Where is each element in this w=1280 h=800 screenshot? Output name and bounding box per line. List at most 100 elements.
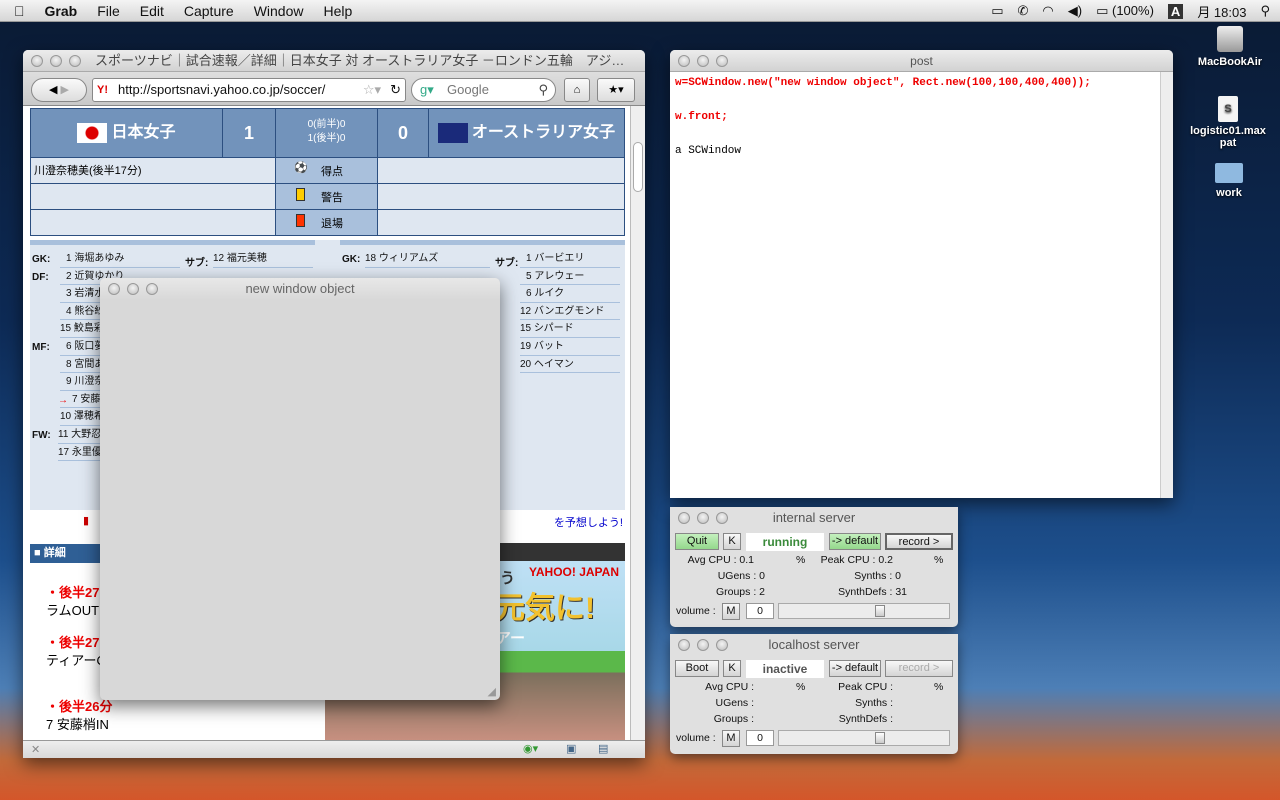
desktop-icon-work[interactable]: work [1189, 163, 1269, 199]
server-title-bar[interactable]: localhost server [670, 634, 958, 656]
apple-menu-icon[interactable]:  [14, 3, 25, 19]
close-button[interactable] [678, 639, 690, 651]
post-title-bar[interactable]: post [670, 50, 1173, 72]
boot-button[interactable]: Boot [675, 660, 719, 677]
url-text: http://sportsnavi.yahoo.co.jp/soccer/ [118, 82, 326, 97]
record-button[interactable]: record > [885, 533, 953, 550]
close-status-icon[interactable]: ✕ [31, 743, 40, 756]
forward-icon[interactable]: ▶ [61, 84, 69, 96]
minimize-button[interactable] [50, 55, 62, 67]
back-forward-buttons[interactable]: ◀ ▶ [31, 78, 87, 102]
minimize-button[interactable] [697, 639, 709, 651]
away-sub-player[interactable]: 1 バービエリ [520, 250, 620, 268]
slider-handle[interactable] [875, 732, 885, 744]
resize-grip-icon[interactable]: ◢ [488, 685, 496, 698]
monitor-icon[interactable]: ▣ [566, 742, 576, 755]
window-controls [678, 639, 728, 651]
clock[interactable]: 月 18:03 [1197, 2, 1246, 21]
away-sub-player[interactable]: 20 ヘイマン [520, 356, 620, 374]
boot-button[interactable]: Quit [675, 533, 719, 550]
vertical-scrollbar[interactable] [1160, 72, 1173, 498]
away-score: 0 [377, 108, 429, 158]
minimize-button[interactable] [127, 283, 139, 295]
close-button[interactable] [678, 512, 690, 524]
mute-button[interactable]: M [722, 603, 740, 620]
menu-capture[interactable]: Capture [184, 3, 234, 19]
search-icon[interactable]: ⚲ [538, 79, 548, 101]
addon-icon[interactable]: ◉▾ [523, 742, 538, 755]
back-icon[interactable]: ◀ [49, 84, 57, 96]
divider [340, 240, 625, 245]
bookmark-star-icon[interactable]: ☆▾ [363, 79, 381, 101]
menu-window[interactable]: Window [254, 3, 304, 19]
away-sub-player[interactable]: 19 バット [520, 338, 620, 356]
output-line: a SCWindow [675, 145, 742, 157]
zoom-button[interactable] [716, 512, 728, 524]
search-field[interactable]: g▾ Google ⚲ [411, 78, 556, 102]
zoom-button[interactable] [146, 283, 158, 295]
ball-icon: ⚽ [294, 162, 308, 174]
battery-icon[interactable]: ▭ (100%) [1096, 3, 1154, 19]
browser-title-bar[interactable]: スポーツナビ｜試合速報／詳細｜日本女子 対 オーストラリア女子 －ロンドン五輪 … [23, 50, 645, 72]
minimize-button[interactable] [697, 512, 709, 524]
avg-cpu: Avg CPU : [705, 681, 754, 693]
away-sub-player[interactable]: 12 バンエグモンド [520, 303, 620, 321]
home-player[interactable]: 1 海堀あゆみ [60, 250, 180, 268]
network-icon[interactable]: ▤ [598, 742, 608, 755]
localhost-server-window: localhost server Boot K inactive -> defa… [670, 634, 958, 754]
server-title-bar[interactable]: internal server [670, 507, 958, 529]
volume-value[interactable]: 0 [746, 603, 774, 619]
yahoo-favicon: Y! [97, 84, 108, 96]
home-button[interactable]: ⌂ [564, 78, 590, 102]
bookmarks-button[interactable]: ★▾ [597, 78, 635, 102]
zoom-button[interactable] [69, 55, 81, 67]
menu-edit[interactable]: Edit [140, 3, 164, 19]
record-button: record > [885, 660, 953, 677]
yellow-card-icon [296, 188, 305, 201]
spotlight-icon[interactable]: ⚲ [1260, 3, 1270, 19]
menu-app[interactable]: Grab [45, 3, 78, 19]
away-sub-player[interactable]: 5 アレウェー [520, 268, 620, 286]
away-sub-player[interactable]: 6 ルイク [520, 285, 620, 303]
search-placeholder: Google [447, 82, 489, 97]
zoom-button[interactable] [716, 639, 728, 651]
slider-handle[interactable] [875, 605, 885, 617]
scroll-thumb[interactable] [633, 142, 643, 192]
volume-slider[interactable] [778, 730, 950, 746]
menu-file[interactable]: File [97, 3, 120, 19]
server-status: inactive [746, 660, 824, 678]
reload-icon[interactable]: ↻ [390, 79, 401, 101]
kill-button[interactable]: K [723, 660, 741, 677]
away-player[interactable]: 18 ウィリアムズ [365, 250, 490, 268]
volume-icon[interactable]: ◀) [1068, 3, 1082, 19]
home-sub-player[interactable]: 12 福元美穂 [213, 250, 313, 268]
url-field[interactable]: Y! http://sportsnavi.yahoo.co.jp/soccer/… [92, 78, 406, 102]
close-button[interactable] [678, 55, 690, 67]
desktop-icon-logistic[interactable]: S logistic01.maxpat [1188, 96, 1268, 149]
vertical-scrollbar[interactable] [630, 106, 645, 740]
away-sub-player[interactable]: 15 シパード [520, 320, 620, 338]
browser-toolbar: ◀ ▶ Y! http://sportsnavi.yahoo.co.jp/soc… [23, 72, 645, 106]
close-button[interactable] [31, 55, 43, 67]
new-window-object: new window object ◢ [100, 278, 500, 700]
post-output[interactable]: w=SCWindow.new("new window object", Rect… [670, 72, 1173, 163]
volume-value[interactable]: 0 [746, 730, 774, 746]
mute-button[interactable]: M [722, 730, 740, 747]
phone-icon[interactable]: ✆ [1018, 3, 1029, 19]
zoom-button[interactable] [716, 55, 728, 67]
menu-help[interactable]: Help [323, 3, 352, 19]
new-window-title-bar[interactable]: new window object [100, 278, 500, 300]
default-button[interactable]: -> default [829, 533, 881, 550]
display-icon[interactable]: ▭ [991, 3, 1003, 19]
desktop-icon-macbookair[interactable]: MacBookAir [1190, 26, 1270, 68]
close-button[interactable] [108, 283, 120, 295]
wifi-icon[interactable]: ◠ [1042, 3, 1053, 19]
input-method-icon[interactable]: A [1167, 3, 1184, 19]
minimize-button[interactable] [697, 55, 709, 67]
position-label: GK: [32, 254, 51, 265]
window-controls [108, 283, 158, 295]
volume-slider[interactable] [778, 603, 950, 619]
position-label: DF: [32, 271, 49, 283]
kill-button[interactable]: K [723, 533, 741, 550]
default-button[interactable]: -> default [829, 660, 881, 677]
